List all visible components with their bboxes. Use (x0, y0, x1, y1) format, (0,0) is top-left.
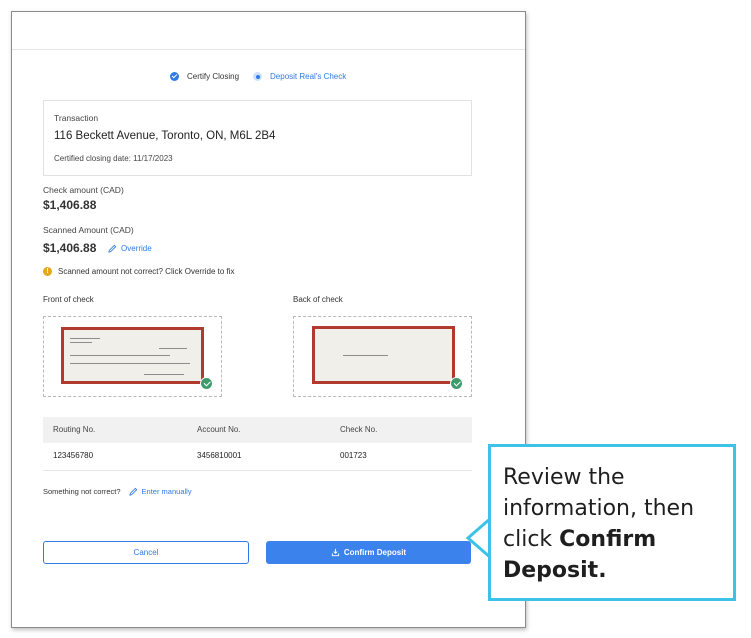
table-header: Routing No. Account No. Check No. (43, 417, 472, 443)
manual-entry-row: Something not correct? Enter manually (43, 487, 192, 496)
account-value: 3456810001 (197, 451, 242, 460)
check-number-header: Check No. (340, 425, 378, 434)
check-number-value: 001723 (340, 451, 367, 460)
table-divider (43, 470, 472, 471)
front-check-image (61, 327, 204, 384)
scanned-amount-value: $1,406.88 (43, 241, 97, 255)
step-label: Deposit Real's Check (270, 72, 347, 81)
verified-check-icon (450, 377, 463, 390)
step-label: Certify Closing (187, 72, 240, 81)
front-check-label: Front of check (43, 295, 94, 304)
deposit-icon (331, 548, 339, 557)
account-header: Account No. (197, 425, 241, 434)
confirm-deposit-button[interactable]: Confirm Deposit (266, 541, 471, 564)
transaction-address: 116 Beckett Avenue, Toronto, ON, M6L 2B4 (54, 130, 276, 142)
warning-icon: ! (43, 267, 52, 276)
current-step-icon (253, 72, 263, 81)
back-check-image-box[interactable] (293, 316, 472, 397)
scanned-amount-warning: ! Scanned amount not correct? Click Over… (43, 267, 235, 276)
confirm-deposit-label: Confirm Deposit (343, 548, 407, 557)
instruction-callout: Review the information, then click Confi… (488, 444, 736, 601)
step-certify-closing[interactable]: Certify Closing (170, 72, 239, 81)
bank-details-table: Routing No. Account No. Check No. 123456… (43, 417, 472, 471)
override-link[interactable]: Override (108, 244, 152, 253)
closing-date: Certified closing date: 11/17/2023 (54, 154, 173, 163)
check-circle-icon (170, 72, 179, 81)
scanned-amount-label: Scanned Amount (CAD) (43, 225, 134, 235)
front-check-image-box[interactable] (43, 316, 222, 397)
warning-text: Scanned amount not correct? Click Overri… (58, 267, 235, 276)
callout-text: Review the information, then click Confi… (503, 462, 728, 586)
pencil-icon (108, 244, 117, 253)
override-label: Override (121, 244, 152, 253)
pencil-icon (128, 487, 137, 496)
transaction-card: Transaction 116 Beckett Avenue, Toronto,… (43, 100, 472, 176)
routing-header: Routing No. (53, 425, 96, 434)
cancel-button[interactable]: Cancel (43, 541, 249, 564)
top-bar (12, 12, 525, 50)
routing-value: 123456780 (53, 451, 94, 460)
manual-prompt: Something not correct? (43, 487, 121, 496)
step-deposit-check[interactable]: Deposit Real's Check (253, 72, 346, 81)
deposit-check-window: Certify Closing Deposit Real's Check Tra… (11, 11, 526, 628)
check-amount-label: Check amount (CAD) (43, 185, 124, 195)
back-check-label: Back of check (293, 295, 343, 304)
verified-check-icon (200, 377, 213, 390)
back-check-image (312, 326, 455, 384)
enter-manually-label: Enter manually (141, 487, 192, 496)
check-amount-value: $1,406.88 (43, 198, 97, 212)
progress-stepper: Certify Closing Deposit Real's Check (170, 72, 360, 81)
transaction-label: Transaction (54, 113, 99, 123)
enter-manually-link[interactable]: Enter manually (128, 487, 192, 496)
